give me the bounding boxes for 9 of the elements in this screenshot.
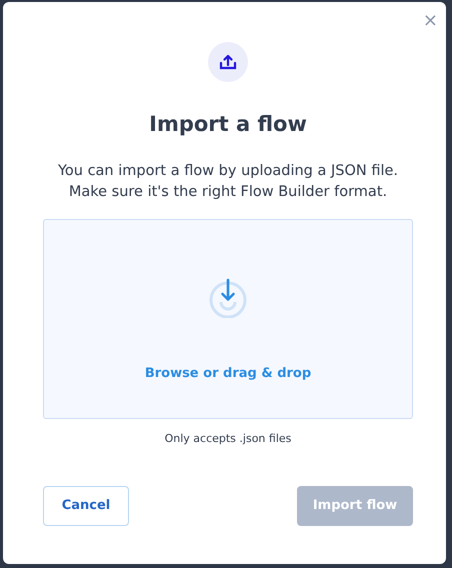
close-button[interactable]: × [418,10,442,32]
drop-zone[interactable]: Browse or drag & drop [43,219,413,420]
dialog-title: Import a flow [149,112,307,138]
browse-link[interactable]: Browse or drag & drop [144,364,312,384]
cancel-button[interactable]: Cancel [43,486,129,526]
download-icon [209,278,247,318]
note-text: Only accepts .json files [164,431,292,448]
description-text: You can import a flow by uploading a JSON file. Make sure it's the right Flow Builder format. [56,162,400,202]
upload-icon [208,42,248,82]
